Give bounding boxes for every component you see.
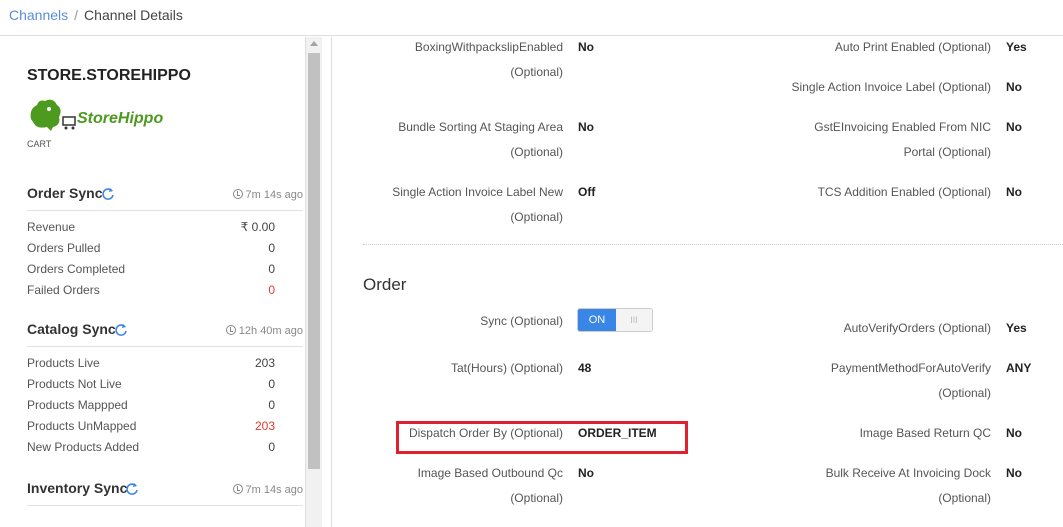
section-divider [363, 244, 1063, 245]
stat-row: Orders Completed 0 [27, 262, 275, 276]
setting-label-auto-verify: AutoVerifyOrders (Optional) [843, 321, 991, 335]
sync-icon[interactable] [114, 323, 128, 337]
toggle-on-label: ON [578, 309, 616, 331]
setting-value-tat: 48 [578, 361, 592, 375]
catalog-sync-header: Catalog Sync 12h 40m ago [27, 321, 303, 347]
stat-row: Revenue ₹ 0.00 [27, 220, 275, 234]
setting-label-tcs: TCS Addition Enabled (Optional) [817, 185, 991, 199]
store-type-label: CART [27, 139, 52, 149]
setting-value-boxing: No [578, 40, 594, 54]
setting-value-single-action-label: No [1006, 80, 1022, 94]
clock-icon [232, 484, 243, 494]
setting-label-sync: Sync (Optional) [480, 314, 563, 328]
setting-value-auto-print: Yes [1006, 40, 1027, 54]
setting-value-auto-verify: Yes [1006, 321, 1027, 335]
toggle-handle: III [616, 309, 652, 331]
catalog-sync-title: Catalog Sync [27, 321, 116, 337]
setting-label-tat: Tat(Hours) (Optional) [450, 361, 563, 375]
sync-icon[interactable] [125, 482, 139, 496]
channel-sidebar: STORE.STOREHIPPO StoreHippo CART Order S… [0, 37, 306, 527]
inventory-sync-ago: 7m 14s ago [232, 484, 303, 496]
storehippo-logo-text: StoreHippo [77, 110, 163, 127]
order-sync-header: Order Sync 7m 14s ago [27, 185, 303, 211]
setting-label-bulk-receive: Bulk Receive At Invoicing Dock (Optional) [825, 466, 991, 505]
scrollbar-thumb[interactable] [308, 53, 320, 469]
clock-icon [225, 325, 236, 335]
stat-row: Products Mappped 0 [27, 398, 275, 412]
setting-value-bulk-receive: No [1006, 466, 1022, 480]
storehippo-logo: StoreHippo [30, 99, 163, 131]
stat-row: Products Not Live 0 [27, 377, 275, 391]
setting-label-auto-print: Auto Print Enabled (Optional) [834, 40, 991, 54]
setting-value-image-outbound: No [578, 466, 594, 480]
order-section-title: Order [363, 275, 407, 294]
catalog-sync-ago: 12h 40m ago [225, 325, 303, 337]
sync-icon[interactable] [101, 187, 115, 201]
dispatch-highlight-box [396, 421, 688, 454]
order-sync-ago: 7m 14s ago [232, 189, 303, 201]
setting-label-bundle-sorting: Bundle Sorting At Staging Area (Optional) [398, 120, 563, 159]
setting-label-payment-method: PaymentMethodForAutoVerify (Optional) [830, 361, 991, 400]
sidebar-scrollbar[interactable] [306, 37, 322, 527]
clock-icon [232, 189, 243, 199]
setting-value-tcs: No [1006, 185, 1022, 199]
setting-label-single-action-new: Single Action Invoice Label New (Optional… [392, 185, 563, 224]
sync-toggle[interactable]: ON III [577, 308, 653, 332]
stat-row: Products Live 203 [27, 356, 275, 370]
setting-label-single-action-label: Single Action Invoice Label (Optional) [791, 80, 991, 94]
store-name: STORE.STOREHIPPO [27, 67, 191, 84]
stat-row: Orders Pulled 0 [27, 241, 275, 255]
setting-value-bundle-sorting: No [578, 120, 594, 134]
setting-label-gst: GstEInvoicing Enabled From NIC Portal (Op… [814, 120, 991, 159]
stat-row: Failed Orders 0 [27, 283, 275, 297]
setting-label-image-return: Image Based Return QC [859, 426, 991, 440]
content-divider [331, 37, 332, 527]
order-sync-title: Order Sync [27, 185, 103, 201]
breadcrumb-current: Channel Details [84, 7, 183, 23]
setting-label-boxing: BoxingWithpackslipEnabled (Optional) [414, 40, 563, 79]
setting-value-image-return: No [1006, 426, 1022, 440]
stat-row: New Products Added 0 [27, 440, 275, 454]
inventory-sync-header: Inventory Sync 7m 14s ago [27, 480, 303, 506]
breadcrumb-separator: / [74, 7, 79, 23]
setting-value-single-action-new: Off [578, 185, 596, 199]
setting-value-payment-method: ANY [1006, 361, 1032, 375]
setting-label-image-outbound: Image Based Outbound Qc (Optional) [417, 466, 563, 505]
inventory-sync-title: Inventory Sync [27, 480, 128, 496]
stat-row: Products UnMapped 203 [27, 419, 275, 433]
setting-value-gst: No [1006, 120, 1022, 134]
scroll-up-arrow[interactable] [310, 41, 318, 46]
breadcrumb: Channels / Channel Details [0, 0, 1063, 36]
breadcrumb-channels-link[interactable]: Channels [9, 7, 68, 23]
